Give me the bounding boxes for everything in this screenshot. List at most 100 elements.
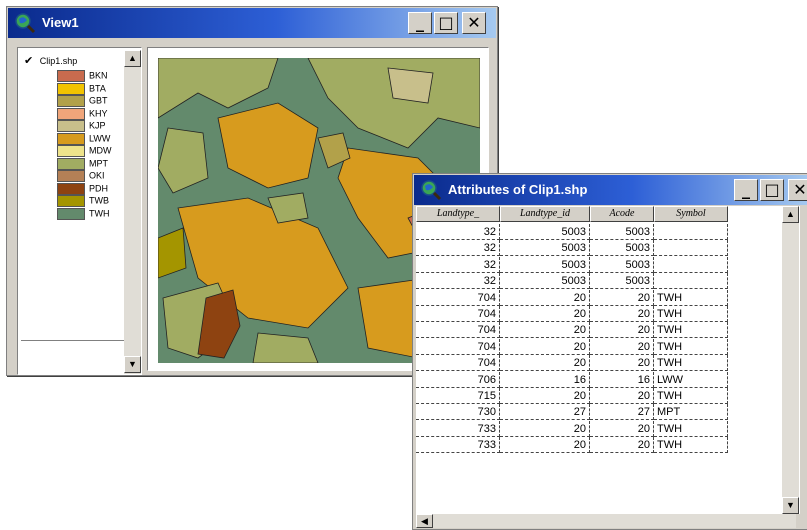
table-cell[interactable]: TWH <box>654 289 728 306</box>
table-cell[interactable]: 5003 <box>590 224 654 240</box>
table-row[interactable]: 733 20 20 TWH <box>416 420 736 437</box>
table-row[interactable]: 715 20 20 TWH <box>416 388 736 404</box>
legend-scrollbar[interactable]: ▲ ▼ <box>124 50 141 374</box>
layer-name: Clip1.shp <box>39 56 78 66</box>
table-row[interactable]: 704 20 20 TWH <box>416 338 736 355</box>
table-cell[interactable]: TWH <box>654 322 728 339</box>
table-cell[interactable]: 715 <box>416 388 500 404</box>
legend-swatch <box>57 207 85 220</box>
maximize-button[interactable]: □ <box>760 179 784 201</box>
table-cell[interactable]: MPT <box>654 404 728 421</box>
table-cell[interactable]: 704 <box>416 355 500 372</box>
table-horizontal-scrollbar[interactable]: ◀ <box>416 514 796 528</box>
table-cell[interactable]: 27 <box>500 404 590 421</box>
table-cell[interactable]: 20 <box>500 355 590 372</box>
legend-item: MDW <box>57 145 112 158</box>
table-cell[interactable] <box>654 240 728 257</box>
column-header-landtype[interactable]: Landtype_ <box>416 206 500 222</box>
table-cell[interactable]: LWW <box>654 371 728 388</box>
table-cell[interactable] <box>654 256 728 273</box>
table-cell[interactable]: 20 <box>590 306 654 322</box>
table-cell[interactable] <box>654 273 728 290</box>
table-cell[interactable]: 20 <box>500 306 590 322</box>
table-cell[interactable]: 5003 <box>590 240 654 257</box>
table-row[interactable]: 704 20 20 TWH <box>416 306 736 322</box>
scroll-left-button[interactable]: ◀ <box>416 514 433 528</box>
table-cell[interactable]: 706 <box>416 371 500 388</box>
table-cell[interactable] <box>654 224 728 240</box>
table-cell[interactable]: TWH <box>654 437 728 454</box>
table-row[interactable]: 32 5003 5003 <box>416 273 736 290</box>
table-cell[interactable]: 5003 <box>590 256 654 273</box>
table-cell[interactable]: 730 <box>416 404 500 421</box>
close-button[interactable]: ✕ <box>462 12 486 34</box>
scroll-up-button[interactable]: ▲ <box>782 206 799 223</box>
table-row[interactable]: 730 27 27 MPT <box>416 404 736 421</box>
table-cell[interactable]: 5003 <box>500 240 590 257</box>
table-cell[interactable]: 20 <box>590 338 654 355</box>
table-cell[interactable]: 704 <box>416 289 500 306</box>
table-row[interactable]: 704 20 20 TWH <box>416 322 736 339</box>
table-cell[interactable]: 704 <box>416 306 500 322</box>
table-row[interactable]: 32 5003 5003 <box>416 224 736 240</box>
table-row[interactable]: 704 20 20 TWH <box>416 355 736 372</box>
legend-label: KHY <box>89 107 108 118</box>
table-cell[interactable]: 20 <box>500 437 590 454</box>
table-cell[interactable]: 32 <box>416 256 500 273</box>
table-cell[interactable]: TWH <box>654 420 728 437</box>
table-cell[interactable]: 32 <box>416 224 500 240</box>
scroll-down-button[interactable]: ▼ <box>124 356 141 373</box>
table-cell[interactable]: 5003 <box>500 256 590 273</box>
table-row[interactable]: 706 16 16 LWW <box>416 371 736 388</box>
table-row[interactable]: 733 20 20 TWH <box>416 437 736 454</box>
table-row[interactable]: 32 5003 5003 <box>416 240 736 257</box>
column-header-landtype-id[interactable]: Landtype_id <box>500 206 590 222</box>
table-cell[interactable]: 5003 <box>500 224 590 240</box>
table-cell[interactable]: 733 <box>416 420 500 437</box>
table-cell[interactable]: TWH <box>654 306 728 322</box>
legend-swatch <box>57 95 85 107</box>
attribute-table[interactable]: Landtype_ Landtype_id Acode Symbol 32 500… <box>416 206 800 514</box>
table-cell[interactable]: 20 <box>500 420 590 437</box>
table-cell[interactable]: 20 <box>590 355 654 372</box>
close-button[interactable]: ✕ <box>788 179 807 201</box>
scroll-down-button[interactable]: ▼ <box>782 497 799 514</box>
table-cell[interactable]: 704 <box>416 322 500 339</box>
table-cell[interactable]: 32 <box>416 273 500 290</box>
scroll-up-button[interactable]: ▲ <box>124 50 141 67</box>
maximize-button[interactable]: □ <box>434 12 458 34</box>
table-cell[interactable]: 704 <box>416 338 500 355</box>
table-vertical-scrollbar[interactable]: ▲ ▼ <box>782 206 799 514</box>
table-cell[interactable]: 27 <box>590 404 654 421</box>
legend-swatch <box>57 107 85 120</box>
table-cell[interactable]: TWH <box>654 388 728 404</box>
legend-swatch <box>57 170 85 182</box>
table-cell[interactable]: 5003 <box>590 273 654 290</box>
minimize-button[interactable]: _ <box>408 12 432 34</box>
table-cell[interactable]: 20 <box>590 420 654 437</box>
table-cell[interactable]: 20 <box>500 338 590 355</box>
table-row[interactable]: 704 20 20 TWH <box>416 289 736 306</box>
column-header-acode[interactable]: Acode <box>590 206 654 222</box>
table-cell[interactable]: 20 <box>590 289 654 306</box>
layer-entry[interactable]: ✔ Clip1.shp <box>24 54 77 68</box>
table-cell[interactable]: TWH <box>654 338 728 355</box>
table-row[interactable]: 32 5003 5003 <box>416 256 736 273</box>
table-cell[interactable]: 20 <box>500 388 590 404</box>
table-cell[interactable]: 16 <box>500 371 590 388</box>
table-cell[interactable]: 32 <box>416 240 500 257</box>
table-cell[interactable]: 20 <box>590 437 654 454</box>
table-cell[interactable]: 20 <box>590 322 654 339</box>
table-cell[interactable]: TWH <box>654 355 728 372</box>
table-cell[interactable]: 20 <box>500 289 590 306</box>
column-header-symbol[interactable]: Symbol <box>654 206 728 222</box>
table-cell[interactable]: 5003 <box>500 273 590 290</box>
table-cell[interactable]: 733 <box>416 437 500 454</box>
checkmark-icon[interactable]: ✔ <box>24 54 33 67</box>
table-cell[interactable]: 16 <box>590 371 654 388</box>
attributes-titlebar[interactable]: Attributes of Clip1.shp _ □ ✕ <box>414 175 807 205</box>
table-cell[interactable]: 20 <box>500 322 590 339</box>
table-cell[interactable]: 20 <box>590 388 654 404</box>
minimize-button[interactable]: _ <box>734 179 758 201</box>
view1-titlebar[interactable]: View1 _ □ ✕ <box>8 8 496 38</box>
